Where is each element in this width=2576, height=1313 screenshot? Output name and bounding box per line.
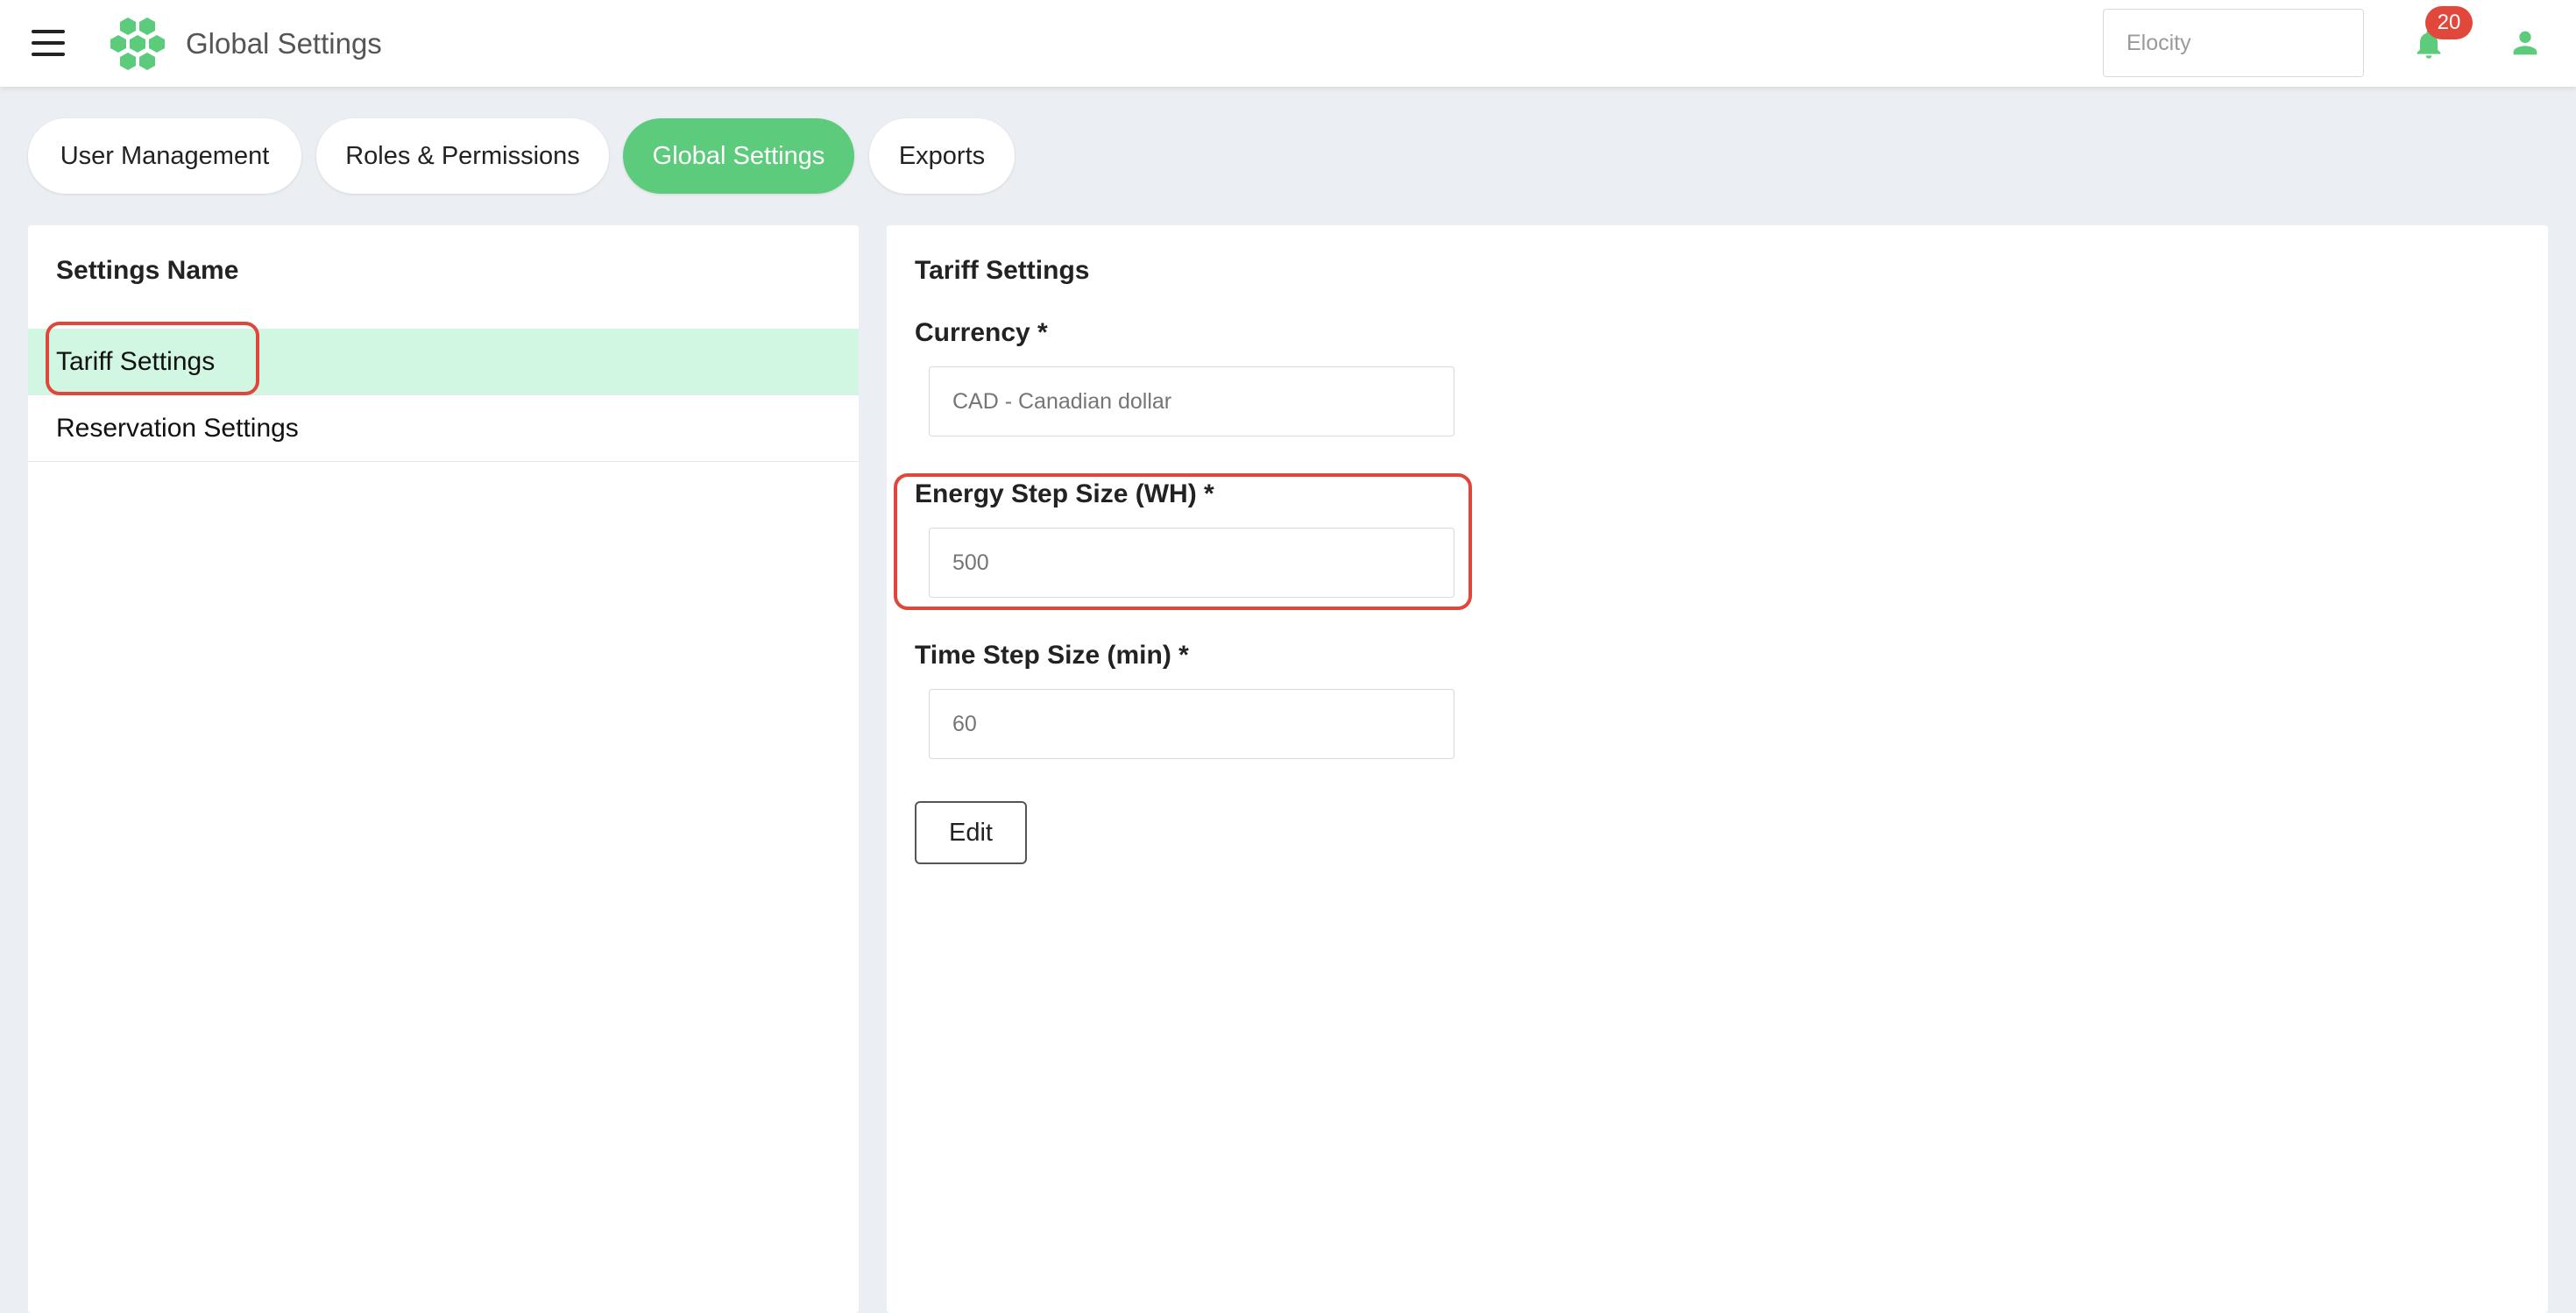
currency-field[interactable] — [929, 366, 1454, 436]
edit-button[interactable]: Edit — [915, 801, 1027, 864]
energy-step-size-label: Energy Step Size (WH) * — [915, 479, 1214, 508]
user-icon[interactable] — [2508, 25, 2543, 61]
time-step-size-label: Time Step Size (min) * — [915, 641, 1189, 670]
page-title: Global Settings — [186, 27, 382, 60]
hexagon-logo-icon — [110, 18, 165, 70]
tab-user-management[interactable]: User Management — [28, 118, 301, 194]
site-search-input[interactable] — [2103, 9, 2364, 77]
settings-list: Tariff Settings Reservation Settings — [28, 329, 859, 462]
time-step-size-field[interactable] — [929, 689, 1454, 759]
form-title: Tariff Settings — [915, 256, 1090, 285]
settings-item-reservation[interactable]: Reservation Settings — [28, 395, 859, 462]
tab-exports[interactable]: Exports — [869, 118, 1015, 194]
menu-icon[interactable] — [32, 30, 65, 56]
tab-global-settings[interactable]: Global Settings — [623, 118, 854, 194]
settings-list-panel: Settings Name Tariff Settings Reservatio… — [28, 225, 859, 1313]
settings-item-tariff[interactable]: Tariff Settings — [28, 329, 859, 395]
currency-label: Currency * — [915, 318, 1048, 347]
tariff-settings-panel: Tariff Settings Currency * Energy Step S… — [887, 225, 2548, 1313]
settings-list-title: Settings Name — [56, 256, 239, 285]
tab-roles-permissions[interactable]: Roles & Permissions — [316, 118, 609, 194]
notification-count-badge: 20 — [2425, 6, 2473, 39]
energy-step-size-field[interactable] — [929, 528, 1454, 598]
top-app-bar: Global Settings 20 — [0, 0, 2576, 87]
